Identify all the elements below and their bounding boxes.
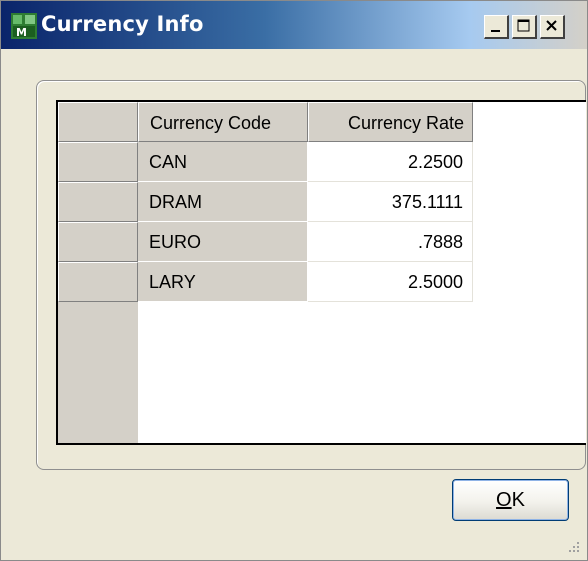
- app-icon: M: [11, 13, 37, 39]
- title-bar[interactable]: M Currency Info: [1, 1, 587, 49]
- currency-grid[interactable]: Currency Code Currency Rate CAN 2.2500 D…: [56, 100, 586, 445]
- row-selector[interactable]: [58, 262, 138, 302]
- column-header-currency-code[interactable]: Currency Code: [138, 102, 308, 142]
- column-header-currency-rate[interactable]: Currency Rate: [308, 102, 473, 142]
- currency-code-cell[interactable]: CAN: [138, 142, 308, 182]
- resize-grip-icon[interactable]: [565, 538, 581, 554]
- row-selector[interactable]: [58, 142, 138, 182]
- currency-rate-cell[interactable]: 2.5000: [308, 262, 473, 302]
- ok-button[interactable]: OK: [452, 479, 569, 521]
- maximize-icon: [517, 19, 530, 32]
- ok-label-rest: K: [511, 489, 525, 511]
- close-button[interactable]: [540, 15, 565, 39]
- currency-code-cell[interactable]: EURO: [138, 222, 308, 262]
- currency-code-cell[interactable]: LARY: [138, 262, 308, 302]
- currency-code-cell[interactable]: DRAM: [138, 182, 308, 222]
- row-selector[interactable]: [58, 222, 138, 262]
- row-selector[interactable]: [58, 182, 138, 222]
- close-icon: [546, 20, 557, 31]
- currency-rate-cell[interactable]: 2.2500: [308, 142, 473, 182]
- corner-header: [58, 102, 138, 142]
- ok-accelerator: O: [496, 489, 512, 511]
- minimize-icon: [491, 30, 500, 32]
- currency-rate-cell[interactable]: 375.1111: [308, 182, 473, 222]
- currency-rate-cell[interactable]: .7888: [308, 222, 473, 262]
- svg-text:M: M: [16, 26, 27, 39]
- minimize-button[interactable]: [484, 15, 509, 39]
- maximize-button[interactable]: [512, 15, 537, 39]
- window-title: Currency Info: [41, 12, 204, 36]
- currency-info-window: M Currency Info Currency Code Currency R…: [0, 0, 588, 561]
